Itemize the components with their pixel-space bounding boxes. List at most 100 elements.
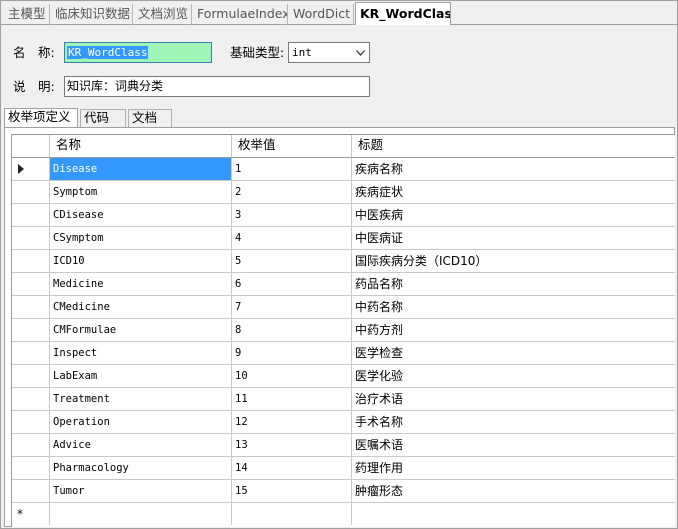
- new-row[interactable]: *: [12, 503, 675, 526]
- name-value: KR_WordClass: [67, 46, 149, 59]
- cell-value[interactable]: 15: [232, 480, 352, 502]
- cell-title[interactable]: 治疗术语: [352, 388, 675, 410]
- cell-value[interactable]: 13: [232, 434, 352, 456]
- row-header[interactable]: [12, 388, 50, 410]
- cell-value[interactable]: 2: [232, 181, 352, 203]
- cell-value[interactable]: 14: [232, 457, 352, 479]
- document-tab-strip: 主模型 临床知识数据 文档浏览 FormulaeIndex WordDict K…: [1, 1, 677, 26]
- row-header[interactable]: [12, 342, 50, 364]
- row-header[interactable]: [12, 227, 50, 249]
- chevron-down-icon[interactable]: [352, 43, 369, 62]
- tab-clinical-knowledge[interactable]: 临床知识数据: [51, 4, 133, 25]
- tab-document-browse[interactable]: 文档浏览: [134, 4, 192, 25]
- table-row[interactable]: Operation 12 手术名称: [12, 411, 675, 434]
- cell-title[interactable]: 国际疾病分类（ICD10）: [352, 250, 675, 272]
- cell-name[interactable]: Symptom: [50, 181, 232, 203]
- cell-name[interactable]: CMFormulae: [50, 319, 232, 341]
- table-row[interactable]: Disease 1 疾病名称: [12, 158, 675, 181]
- base-type-value: int: [292, 46, 312, 59]
- table-row[interactable]: LabExam 10 医学化验: [12, 365, 675, 388]
- row-header[interactable]: [12, 319, 50, 341]
- table-row[interactable]: CMedicine 7 中药名称: [12, 296, 675, 319]
- cell-name[interactable]: ICD10: [50, 250, 232, 272]
- row-header[interactable]: [12, 434, 50, 456]
- cell-value[interactable]: 12: [232, 411, 352, 433]
- cell-name[interactable]: Inspect: [50, 342, 232, 364]
- tab-code[interactable]: 代码: [80, 109, 126, 127]
- table-row[interactable]: Advice 13 医嘱术语: [12, 434, 675, 457]
- cell-title[interactable]: 手术名称: [352, 411, 675, 433]
- cell-value[interactable]: 5: [232, 250, 352, 272]
- cell-title[interactable]: 药理作用: [352, 457, 675, 479]
- row-header[interactable]: [12, 181, 50, 203]
- cell-title[interactable]: 中医疾病: [352, 204, 675, 226]
- cell-value[interactable]: 1: [232, 158, 352, 180]
- column-header-value[interactable]: 枚举值: [232, 135, 352, 157]
- cell-name[interactable]: Disease: [50, 158, 232, 180]
- row-header[interactable]: [12, 296, 50, 318]
- cell-title[interactable]: 肿瘤形态: [352, 480, 675, 502]
- cell-value[interactable]: 8: [232, 319, 352, 341]
- row-header[interactable]: [12, 365, 50, 387]
- cell-title[interactable]: 疾病症状: [352, 181, 675, 203]
- table-row[interactable]: Inspect 9 医学检查: [12, 342, 675, 365]
- row-header[interactable]: [12, 273, 50, 295]
- cell-value[interactable]: 3: [232, 204, 352, 226]
- tab-document[interactable]: 文档: [128, 109, 172, 127]
- new-row-cell[interactable]: [50, 503, 232, 525]
- cell-value[interactable]: 10: [232, 365, 352, 387]
- row-header[interactable]: [12, 411, 50, 433]
- cell-name[interactable]: CSymptom: [50, 227, 232, 249]
- cell-value[interactable]: 4: [232, 227, 352, 249]
- cell-title[interactable]: 中医病证: [352, 227, 675, 249]
- cell-title[interactable]: 医嘱术语: [352, 434, 675, 456]
- cell-value[interactable]: 6: [232, 273, 352, 295]
- cell-name[interactable]: LabExam: [50, 365, 232, 387]
- cell-name[interactable]: Medicine: [50, 273, 232, 295]
- cell-name[interactable]: Pharmacology: [50, 457, 232, 479]
- cell-title[interactable]: 药品名称: [352, 273, 675, 295]
- new-row-cell[interactable]: [232, 503, 352, 525]
- column-header-name[interactable]: 名称: [50, 135, 232, 157]
- base-type-select[interactable]: int: [288, 42, 370, 63]
- cell-name[interactable]: CMedicine: [50, 296, 232, 318]
- cell-name[interactable]: Tumor: [50, 480, 232, 502]
- table-row[interactable]: ICD10 5 国际疾病分类（ICD10）: [12, 250, 675, 273]
- table-row[interactable]: CDisease 3 中医疾病: [12, 204, 675, 227]
- table-row[interactable]: Pharmacology 14 药理作用: [12, 457, 675, 480]
- tab-enum-definition[interactable]: 枚举项定义: [4, 108, 78, 128]
- description-input[interactable]: 知识库：词典分类: [64, 76, 370, 97]
- column-header-title[interactable]: 标题: [352, 135, 675, 157]
- table-row[interactable]: CSymptom 4 中医病证: [12, 227, 675, 250]
- row-header[interactable]: [12, 457, 50, 479]
- cell-title[interactable]: 疾病名称: [352, 158, 675, 180]
- row-header[interactable]: [12, 204, 50, 226]
- row-header[interactable]: [12, 480, 50, 502]
- enum-items-grid[interactable]: 名称 枚举值 标题 Disease 1 疾病名称 Symptom 2 疾病症状 CDisea…: [11, 134, 675, 527]
- cell-name[interactable]: Treatment: [50, 388, 232, 410]
- cell-name[interactable]: Advice: [50, 434, 232, 456]
- cell-name[interactable]: Operation: [50, 411, 232, 433]
- cell-title[interactable]: 医学检查: [352, 342, 675, 364]
- cell-name[interactable]: CDisease: [50, 204, 232, 226]
- row-header[interactable]: *: [12, 503, 50, 525]
- table-row[interactable]: CMFormulae 8 中药方剂: [12, 319, 675, 342]
- row-header[interactable]: [12, 158, 50, 180]
- table-row[interactable]: Tumor 15 肿瘤形态: [12, 480, 675, 503]
- cell-value[interactable]: 7: [232, 296, 352, 318]
- tab-kr-wordclass[interactable]: KR_WordClass: [355, 2, 451, 26]
- cell-value[interactable]: 9: [232, 342, 352, 364]
- cell-title[interactable]: 医学化验: [352, 365, 675, 387]
- table-row[interactable]: Symptom 2 疾病症状: [12, 181, 675, 204]
- table-row[interactable]: Medicine 6 药品名称: [12, 273, 675, 296]
- row-header[interactable]: [12, 250, 50, 272]
- cell-title[interactable]: 中药方剂: [352, 319, 675, 341]
- cell-value[interactable]: 11: [232, 388, 352, 410]
- tab-formulae-index[interactable]: FormulaeIndex: [193, 4, 288, 25]
- cell-title[interactable]: 中药名称: [352, 296, 675, 318]
- table-row[interactable]: Treatment 11 治疗术语: [12, 388, 675, 411]
- new-row-cell[interactable]: [352, 503, 675, 525]
- name-input[interactable]: KR_WordClass: [64, 42, 212, 63]
- tab-main-model[interactable]: 主模型: [4, 4, 50, 25]
- tab-word-dict[interactable]: WordDict: [289, 4, 354, 25]
